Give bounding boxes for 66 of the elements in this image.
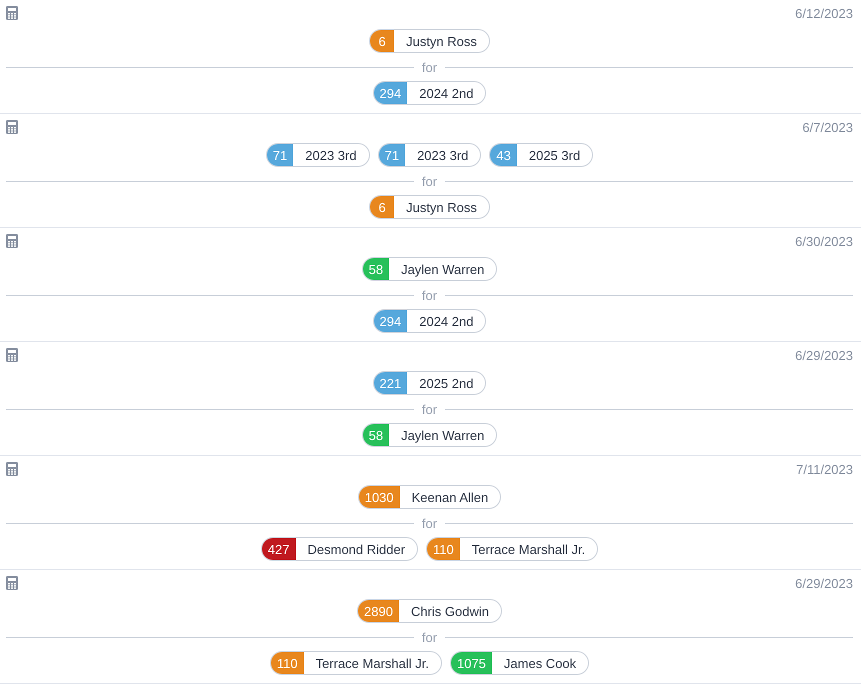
for-label: for	[422, 174, 438, 188]
asset-tag[interactable]: 221 2025 2nd	[372, 371, 486, 395]
calculator-icon	[6, 348, 18, 362]
asset-tag[interactable]: 6 Justyn Ross	[369, 29, 490, 53]
asset-value: 1075	[450, 652, 492, 674]
asset-name: 2025 3rd	[528, 146, 582, 164]
trade-date: 6/30/2023	[795, 234, 853, 249]
asset-name: Desmond Ridder	[306, 540, 406, 558]
asset-name: 2024 2nd	[418, 84, 474, 102]
asset-value: 2890	[358, 600, 399, 622]
trade-date: 7/11/2023	[796, 462, 853, 477]
asset-tag[interactable]: 71 2023 3rd	[378, 143, 482, 167]
asset-tag[interactable]: 110 Terrace Marshall Jr.	[270, 651, 442, 675]
asset-tag[interactable]: 58 Jaylen Warren	[362, 423, 498, 447]
asset-value: 1030	[358, 486, 400, 508]
asset-value: 71	[378, 144, 406, 166]
asset-tag[interactable]: 2890 Chris Godwin	[357, 599, 502, 623]
asset-tag[interactable]: 294 2024 2nd	[372, 81, 486, 105]
for-label: for	[422, 516, 438, 530]
trade-date: 6/12/2023	[795, 6, 853, 21]
asset-value: 110	[270, 652, 304, 674]
asset-name: Justyn Ross	[405, 32, 478, 51]
calculator-icon	[6, 6, 18, 20]
asset-tag[interactable]: 110 Terrace Marshall Jr.	[426, 537, 598, 561]
asset-tag[interactable]: 427 Desmond Ridder	[260, 537, 418, 561]
asset-value: 221	[374, 372, 408, 394]
asset-tag[interactable]: 1075 James Cook	[450, 651, 590, 675]
asset-name: Justyn Ross	[405, 198, 478, 217]
asset-tag[interactable]: 43 2025 3rd	[489, 143, 594, 167]
asset-tag[interactable]: 294 2024 2nd	[372, 309, 486, 333]
asset-value: 427	[262, 538, 296, 560]
asset-name: Jaylen Warren	[400, 426, 486, 445]
asset-name: Terrace Marshall Jr.	[314, 654, 430, 672]
calculator-icon	[6, 576, 18, 590]
asset-name: Terrace Marshall Jr.	[470, 540, 586, 558]
asset-tag[interactable]: 71 2023 3rd	[266, 143, 370, 167]
asset-value: 6	[370, 196, 394, 218]
asset-name: Jaylen Warren	[400, 260, 486, 279]
asset-value: 6	[370, 30, 394, 52]
for-label: for	[422, 60, 438, 74]
asset-value: 58	[362, 258, 390, 280]
asset-tag[interactable]: 6 Justyn Ross	[369, 195, 490, 219]
asset-name: 2024 2nd	[418, 312, 474, 330]
asset-name: Chris Godwin	[410, 602, 490, 620]
trade-date: 6/29/2023	[795, 348, 853, 363]
trade-date: 6/7/2023	[802, 120, 853, 135]
asset-value: 294	[374, 310, 408, 332]
asset-value: 71	[266, 144, 294, 166]
asset-name: 2025 2nd	[418, 374, 474, 392]
for-label: for	[422, 630, 438, 644]
asset-tag[interactable]: 1030 Keenan Allen	[358, 485, 502, 509]
asset-name: 2023 3rd	[304, 146, 358, 164]
asset-tag[interactable]: 58 Jaylen Warren	[362, 257, 498, 281]
asset-value: 43	[490, 144, 517, 166]
calculator-icon	[6, 462, 18, 476]
for-label: for	[422, 288, 438, 302]
asset-value: 294	[374, 82, 408, 104]
for-label: for	[422, 402, 438, 416]
asset-name: 2023 3rd	[416, 146, 470, 164]
trade-date: 6/29/2023	[795, 576, 853, 591]
asset-name: Keenan Allen	[410, 488, 490, 506]
asset-name: James Cook	[502, 654, 578, 672]
asset-value: 58	[362, 424, 390, 446]
calculator-icon	[6, 120, 18, 134]
asset-value: 110	[427, 538, 460, 560]
calculator-icon	[6, 234, 18, 248]
